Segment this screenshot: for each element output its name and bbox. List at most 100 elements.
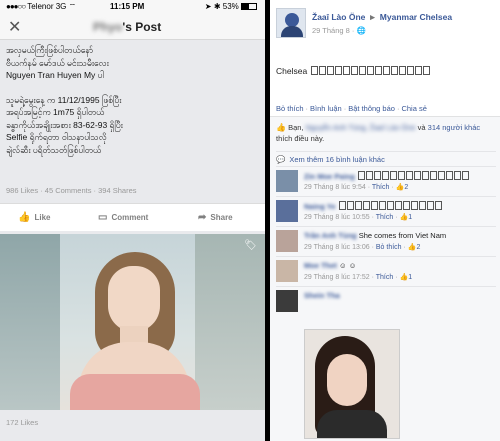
share-label: Share: [210, 213, 233, 222]
missing-glyph-box: [445, 171, 453, 180]
missing-glyph-box: [381, 171, 389, 180]
post-text-line: ချဲလ်ဆီး ပရိတ်သတ်ဖြစ်ပါတယ်: [6, 144, 102, 155]
avatar[interactable]: [276, 8, 306, 38]
post-counts[interactable]: 986 Likes · 45 Comments · 394 Shares: [6, 186, 137, 195]
comment-meta: 29 Tháng 8 lúc 17:52 · Thích · 👍1: [304, 274, 413, 281]
photo-background-left: [0, 234, 60, 410]
view-more-comments[interactable]: 💬 Xem thêm 16 bình luận khác: [276, 151, 496, 165]
likes-blurred-names[interactable]: Nguyễn Anh Tùng, Žaaî Lào Öne: [306, 122, 416, 133]
page-title: Phyo's Post: [93, 20, 161, 34]
comment-row: Moe Thet ☺ ☺ 29 Tháng 8 lúc 17:52 · Thích…: [276, 256, 496, 286]
missing-glyph-box: [410, 201, 418, 210]
missing-glyph-box: [453, 171, 461, 180]
post-action-link[interactable]: Chia sẻ: [401, 104, 426, 113]
status-bar: ●●●○○ Telenor 3G ⌔ 11:15 PM ➤ ✱ 53%: [0, 0, 265, 14]
missing-glyph-box: [362, 201, 370, 210]
share-button[interactable]: ➦ Share: [198, 212, 233, 223]
likes-suffix: thích điều này.: [276, 134, 325, 143]
missing-glyph-box: [437, 171, 445, 180]
likes-others-link[interactable]: 314 người khác: [428, 123, 480, 132]
comment-timestamp[interactable]: 29 Tháng 8 lúc 13:06: [304, 244, 370, 251]
photo-likes-count[interactable]: 172 Likes: [6, 418, 38, 427]
view-more-comments-label[interactable]: Xem thêm 16 bình luận khác: [289, 155, 384, 164]
post-action-link[interactable]: Bỏ thích: [276, 104, 304, 113]
comments-count[interactable]: 45 Comments: [45, 186, 92, 195]
comment-like-link[interactable]: Bỏ thích: [376, 244, 402, 251]
missing-glyph-box: [342, 66, 350, 75]
missing-glyph-box: [370, 201, 378, 210]
missing-glyph-box: [405, 171, 413, 180]
comment-timestamp[interactable]: 29 Tháng 8 lúc 9:54: [304, 184, 366, 191]
comment-like-link[interactable]: Thích: [372, 184, 390, 191]
missing-glyph-box: [373, 171, 381, 180]
battery-percent: 53%: [222, 2, 239, 11]
comment-meta: 29 Tháng 8 lúc 13:06 · Bỏ thích · 👍2: [304, 244, 421, 251]
missing-glyph-box: [397, 171, 405, 180]
comment-like-link[interactable]: Thích: [376, 214, 394, 221]
bluetooth-icon: ✱: [213, 2, 221, 11]
post-meta: 29 Tháng 8 · 🌐: [312, 26, 366, 35]
shares-count[interactable]: 394 Shares: [98, 186, 136, 195]
author-name[interactable]: Žaaî Lào Öne: [312, 12, 365, 22]
post-action-links: Bỏ thích · Bình luận · Bật thông báo · Chia sẻ: [276, 104, 427, 113]
like-button[interactable]: 👍 Like: [18, 212, 50, 223]
comment-body: ☺ ☺: [339, 261, 357, 270]
likes-and: và: [417, 123, 426, 132]
commenter-name[interactable]: Shein Tha: [304, 291, 340, 300]
comment-bubble-icon: 💬: [276, 155, 286, 164]
comment-like-link[interactable]: Thích: [376, 274, 394, 281]
tag-icon[interactable]: 🏷: [244, 240, 257, 251]
location-icon: ➤: [204, 2, 212, 11]
post-action-link[interactable]: Bình luận: [310, 104, 342, 113]
post-action-link[interactable]: Bật thông báo: [348, 104, 395, 113]
post-nav-bar: ✕ Phyo's Post: [0, 14, 265, 40]
separator-dot: ·: [305, 104, 309, 113]
avatar[interactable]: [276, 170, 298, 192]
avatar[interactable]: [276, 200, 298, 222]
target-page-name[interactable]: Myanmar Chelsea: [380, 12, 452, 22]
missing-glyph-box: [413, 171, 421, 180]
avatar[interactable]: [276, 260, 298, 282]
missing-glyph-box: [318, 66, 326, 75]
separator-dot: ·: [343, 104, 347, 113]
commenter-name[interactable]: Zin Moe Paing: [304, 172, 355, 181]
post-text-line: အရပ်အမြင့်က 1m75 ရှိပါတယ်: [6, 107, 105, 117]
post-actions: 👍 Like ▭ Comment ➦ Share: [0, 203, 265, 231]
comment-like-count[interactable]: 👍2: [396, 184, 409, 191]
likes-summary: 👍 Bạn, Nguyễn Anh Tùng, Žaaî Lào Öne và …: [276, 122, 496, 144]
avatar[interactable]: [276, 290, 298, 312]
battery-status: ➤ ✱ 53%: [205, 2, 257, 11]
avatar[interactable]: [276, 230, 298, 252]
comment-timestamp[interactable]: 29 Tháng 8 lúc 10:55: [304, 214, 370, 221]
commenter-name[interactable]: Trần Anh Tùng: [304, 231, 357, 240]
post-body-text: Chelsea: [276, 66, 308, 76]
missing-glyph-box: [406, 66, 414, 75]
missing-glyph-box: [386, 201, 394, 210]
comment-timestamp[interactable]: 29 Tháng 8 lúc 17:52: [304, 274, 370, 281]
photo-face: [327, 354, 367, 406]
close-icon[interactable]: ✕: [8, 17, 21, 37]
comment-row: Zin Moe Paing 29 Tháng 8 lúc 9:54 · Thíc…: [276, 166, 496, 196]
comment-text: Moe Thet ☺ ☺: [304, 261, 356, 270]
wifi-icon: ⌔: [68, 2, 77, 11]
comment-like-count[interactable]: 👍2: [408, 244, 421, 251]
post-date[interactable]: 29 Tháng 8: [312, 26, 350, 35]
post-text-line: ခန္ဓာကိုယ်အချိုးအစား 83-62-93 ရှိပြီး: [6, 119, 123, 130]
thumbs-up-icon: 👍: [276, 123, 286, 132]
title-suffix: 's Post: [122, 20, 162, 34]
post-text-line: Nguyen Tran Huyen My ပါ: [6, 70, 104, 80]
separator-dot: ·: [396, 104, 400, 113]
comment-like-count[interactable]: 👍1: [400, 274, 413, 281]
likes-count[interactable]: 986 Likes: [6, 186, 38, 195]
post-photo[interactable]: 🏷: [0, 234, 265, 410]
post-text-line: [6, 82, 261, 94]
commenter-name[interactable]: Moe Thet: [304, 261, 337, 270]
commenter-name[interactable]: Naing Ye: [304, 202, 336, 211]
comment-photo[interactable]: [304, 329, 400, 439]
comment-button[interactable]: ▭ Comment: [98, 212, 148, 223]
comment-like-count[interactable]: 👍1: [400, 214, 413, 221]
comment-row: Shein Tha: [276, 286, 496, 316]
missing-glyph-box: [350, 66, 358, 75]
photo-body: [317, 410, 387, 438]
thumbs-up-icon: 👍: [399, 214, 409, 221]
